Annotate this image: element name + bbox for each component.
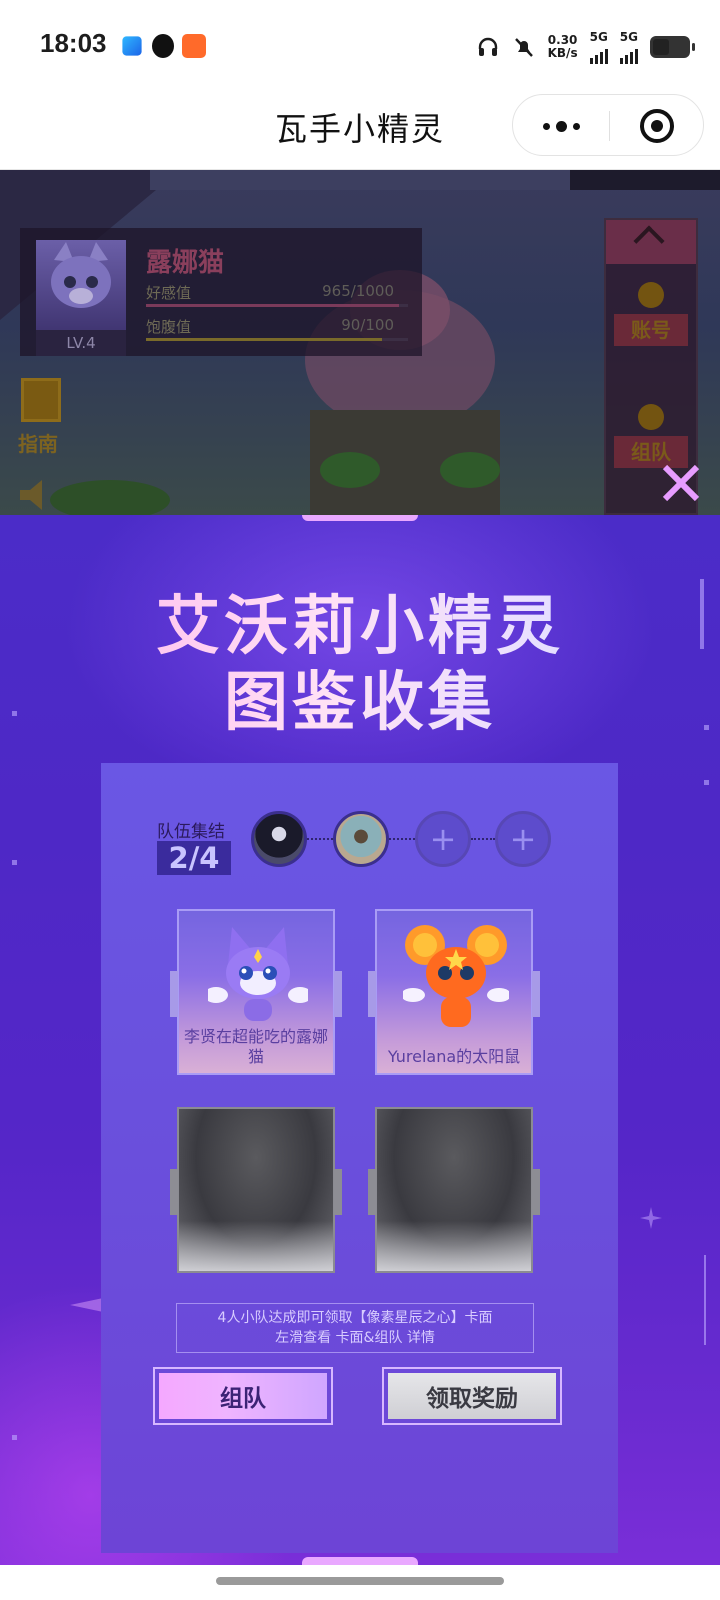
team-count: 2/4 [157,841,231,875]
qq-icon [152,34,174,58]
member-connector [307,838,333,840]
signal-1: 5G [589,30,608,64]
more-button[interactable] [513,95,609,157]
signal-icon-2 [619,44,638,64]
locked-collection-card[interactable] [170,1107,342,1273]
guide-label: 指南 [18,432,58,456]
sparkle-small-icon [640,1207,662,1229]
pet-level: LV.4 [36,330,126,356]
sun-mouse-icon [403,925,509,1027]
card-fog [179,1221,333,1271]
group-add-icon [638,404,664,430]
sim2-label: 5G [619,30,638,44]
satiety-bar [146,338,408,341]
reward-info-box: 4人小队达成即可领取【像素星辰之心】卡面 左滑查看 卡面&组队 详情 [176,1303,534,1353]
satiety-value: 90/100 [341,316,394,334]
team-gather-label: 队伍集结 [157,822,225,842]
net-speed-unit: KB/s [547,46,578,60]
signal-2: 5G [619,30,638,64]
add-member-button[interactable]: + [495,811,551,867]
headphones-icon [478,37,497,56]
claim-reward-label: 领取奖励 [388,1373,556,1419]
status-time: 18:03 [40,28,107,58]
mute-icon [514,38,533,57]
card-edge [334,971,342,1017]
close-icon [662,464,700,502]
status-app-icons [120,34,206,58]
collection-card[interactable]: 李贤在超能吃的露娜猫 [170,909,342,1075]
capsule-menu [512,94,704,156]
cat-portrait-icon [51,242,111,308]
card-edge [170,1169,178,1215]
satiety-bar-fill [146,338,382,341]
decor-dot [12,860,17,865]
app-icon-blue [122,36,142,56]
collection-modal: 艾沃莉小精灵 图鉴收集 队伍集结 2/4 + + 李贤在超能吃的露娜猫 Yure… [0,515,720,1565]
mini-program-title-bar: 瓦手小精灵 [0,92,720,170]
decor-dot [12,1435,17,1440]
modal-title-line2: 图鉴收集 [0,651,720,743]
team-up-label: 组队 [159,1373,327,1419]
team-member-avatar[interactable] [251,811,307,867]
card-name: 李贤在超能吃的露娜猫 [183,1027,328,1066]
chevron-up-icon [633,225,665,257]
card-edge [368,971,376,1017]
decor-dot [704,780,709,785]
status-bar: 18:03 0.30 KB/s 5G 5G [0,0,720,92]
more-dot-icon [572,122,580,130]
close-miniprogram-button[interactable] [609,95,705,157]
locked-collection-card[interactable] [368,1107,540,1273]
more-dot-icon [542,122,550,130]
target-icon [640,109,674,143]
modal-top-tab [302,515,418,521]
card-edge [532,1169,540,1215]
claim-reward-button[interactable]: 领取奖励 [382,1367,562,1425]
modal-bottom-tab [302,1557,418,1565]
add-member-button[interactable]: + [415,811,471,867]
card-fog [377,1221,531,1271]
favor-value: 965/1000 [322,282,394,300]
card-edge [368,1169,376,1215]
home-indicator[interactable] [216,1577,504,1585]
pet-avatar [36,240,126,344]
book-icon [21,378,61,422]
collapse-button[interactable] [606,220,696,264]
reward-info-line2: 左滑查看 卡面&组队 详情 [275,1330,435,1346]
card-edge [170,971,178,1017]
net-speed: 0.30 KB/s [548,34,578,60]
member-connector [389,838,415,840]
card-edge [334,1169,342,1215]
user-icon [638,282,664,308]
team-up-button[interactable]: 组队 [153,1367,333,1425]
app-icon-orange [182,34,206,58]
satiety-label: 饱腹值 [146,318,192,336]
member-connector [471,838,495,840]
collection-panel: 队伍集结 2/4 + + 李贤在超能吃的露娜猫 Yurelana的太阳鼠 4人小… [101,763,618,1553]
card-edge [532,971,540,1017]
battery-icon [650,36,695,58]
close-modal-button[interactable] [660,462,702,504]
luna-cat-icon [208,927,308,1021]
card-name: Yurelana的太阳鼠 [387,1047,521,1066]
more-dot-icon [555,120,567,132]
reward-info-line1: 4人小队达成即可领取【像素星辰之心】卡面 [217,1310,493,1326]
favor-label: 好感值 [146,284,192,302]
decor-line [704,1255,706,1345]
game-background: LV.4 露娜猫 好感值 965/1000 饱腹值 90/100 指南 账号 组… [0,170,720,515]
favor-bar [146,304,408,307]
signal-icon [589,44,608,64]
account-button[interactable]: 账号 [614,282,688,362]
status-right: 0.30 KB/s 5G 5G [476,30,695,64]
sim1-label: 5G [589,30,608,44]
pet-name: 露娜猫 [146,248,225,278]
plus-icon: + [429,820,457,858]
team-member-avatar[interactable] [333,811,389,867]
guide-button[interactable]: 指南 [18,378,64,468]
pet-status-card: LV.4 露娜猫 好感值 965/1000 饱腹值 90/100 [20,228,422,356]
speaker-icon[interactable] [18,480,58,510]
account-label: 账号 [614,314,688,346]
plus-icon: + [509,820,537,858]
favor-bar-fill [146,304,399,307]
collection-card[interactable]: Yurelana的太阳鼠 [368,909,540,1075]
